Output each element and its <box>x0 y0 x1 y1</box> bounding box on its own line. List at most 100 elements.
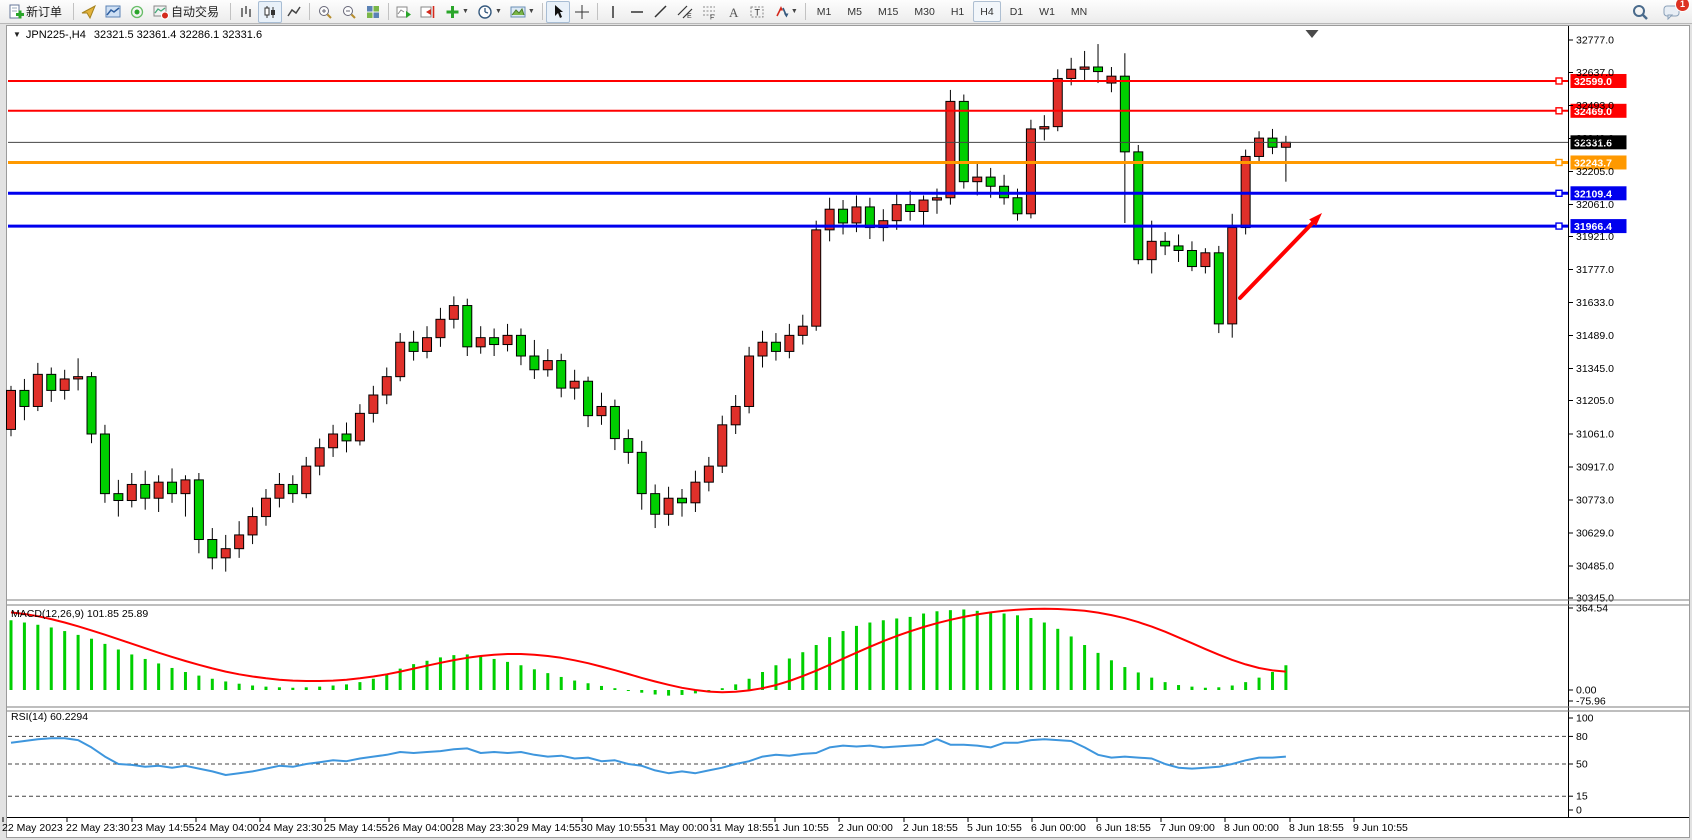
chart-shift-button[interactable] <box>416 1 440 23</box>
timeframe-group: M1M5M15M30H1H4D1W1MN <box>809 1 1095 22</box>
line-anchor[interactable] <box>1556 78 1562 84</box>
time-tick-label: 8 Jun 00:00 <box>1224 822 1279 834</box>
vertical-line-button[interactable] <box>601 1 625 23</box>
candle-body <box>932 198 941 200</box>
macd-histogram-bar <box>1217 687 1220 690</box>
zoom-in-button[interactable] <box>313 1 337 23</box>
bar-chart-button[interactable] <box>234 1 258 23</box>
text-label-button[interactable]: T <box>745 1 769 23</box>
crosshair-button[interactable] <box>570 1 594 23</box>
send-icon <box>81 4 97 20</box>
auto-scroll-button[interactable] <box>392 1 416 23</box>
macd-histogram-bar <box>1097 653 1100 690</box>
timeframe-M15[interactable]: M15 <box>871 1 905 22</box>
periods-dropdown[interactable]: ▼ <box>473 1 506 23</box>
trendline-button[interactable] <box>649 1 673 23</box>
cursor-icon <box>550 4 566 20</box>
indicators-dropdown[interactable]: ▼ <box>440 1 473 23</box>
horizontal-line-button[interactable] <box>625 1 649 23</box>
timeframe-D1[interactable]: D1 <box>1003 1 1030 22</box>
timeframe-H4[interactable]: H4 <box>973 1 1000 22</box>
signals-button[interactable] <box>125 1 149 23</box>
macd-histogram-bar <box>533 669 536 690</box>
arrows-dropdown[interactable]: ▼ <box>769 1 802 23</box>
candle-body <box>1026 129 1035 214</box>
candle-body <box>275 484 284 498</box>
line-anchor[interactable] <box>1556 190 1562 196</box>
line-anchor[interactable] <box>1556 159 1562 165</box>
candle-body <box>530 356 539 370</box>
profile-chart-button[interactable] <box>101 1 125 23</box>
timeframe-MN[interactable]: MN <box>1064 1 1094 22</box>
macd-histogram-bar <box>466 654 469 690</box>
vertical-line-icon <box>605 4 621 20</box>
separator <box>542 3 543 20</box>
timeframe-H1[interactable]: H1 <box>944 1 971 22</box>
macd-histogram-bar <box>50 627 53 690</box>
chart-canvas[interactable]: 32599.032469.032243.732109.431966.432331… <box>0 0 1692 840</box>
macd-histogram-bar <box>251 686 254 690</box>
tile-windows-button[interactable] <box>361 1 385 23</box>
zoom-out-button[interactable] <box>337 1 361 23</box>
macd-histogram-bar <box>1003 614 1006 690</box>
timeframe-W1[interactable]: W1 <box>1032 1 1062 22</box>
macd-histogram-bar <box>130 654 133 690</box>
candle-body <box>892 205 901 221</box>
candle-body <box>127 484 136 500</box>
autotrading-button[interactable]: 自动交易 <box>149 1 227 23</box>
fibonacci-icon: F <box>701 4 717 20</box>
trendline-icon <box>653 4 669 20</box>
macd-histogram-bar <box>238 684 241 690</box>
separator <box>388 3 389 20</box>
application-window: 新订单 自动交易 ▼ ▼ ▼ E F A T ▼ <box>0 0 1692 840</box>
templates-dropdown[interactable]: ▼ <box>506 1 539 23</box>
candle-body <box>154 482 163 498</box>
search-button[interactable] <box>1628 1 1652 23</box>
candle-body <box>1040 127 1049 129</box>
macd-histogram-bar <box>1164 682 1167 690</box>
macd-histogram-bar <box>976 611 979 690</box>
candle-body <box>678 498 687 503</box>
rsi-axis-label: 0 <box>1576 805 1582 817</box>
candle-body <box>771 342 780 351</box>
equidistant-channel-button[interactable]: E <box>673 1 697 23</box>
timeframe-M30[interactable]: M30 <box>907 1 941 22</box>
candle-body <box>47 374 56 390</box>
macd-histogram-bar <box>184 672 187 690</box>
macd-histogram-bar <box>640 690 643 693</box>
window-menu-icon[interactable]: ▼ <box>13 30 21 39</box>
macd-histogram-bar <box>1231 686 1234 690</box>
new-order-button[interactable]: 新订单 <box>4 1 70 23</box>
text-button[interactable]: A <box>721 1 745 23</box>
fibonacci-button[interactable]: F <box>697 1 721 23</box>
timeframe-M1[interactable]: M1 <box>810 1 839 22</box>
svg-text:F: F <box>710 14 714 20</box>
candle-body <box>986 177 995 186</box>
chevron-down-icon: ▼ <box>462 8 469 15</box>
macd-histogram-bar <box>1123 667 1126 690</box>
autotrading-icon <box>153 4 169 20</box>
macd-histogram-bar <box>372 679 375 690</box>
macd-histogram-bar <box>613 688 616 690</box>
candle-body <box>1013 198 1022 214</box>
price-tick-label: 31777.0 <box>1576 264 1614 276</box>
line-anchor[interactable] <box>1556 223 1562 229</box>
line-chart-button[interactable] <box>282 1 306 23</box>
macd-histogram-bar <box>748 679 751 690</box>
candle-body <box>382 377 391 395</box>
candle-body <box>503 335 512 344</box>
macd-histogram-bar <box>667 690 670 696</box>
crosshair-icon <box>574 4 590 20</box>
candle-body <box>141 484 150 498</box>
macd-histogram-bar <box>734 684 737 690</box>
chevron-down-icon: ▼ <box>528 8 535 15</box>
line-anchor[interactable] <box>1556 108 1562 114</box>
horizontal-line-icon <box>629 4 645 20</box>
candlestick-chart-button[interactable] <box>258 1 282 23</box>
macd-histogram-bar <box>211 679 214 690</box>
notification-badge: 1 <box>1675 0 1690 12</box>
send-button[interactable] <box>77 1 101 23</box>
cursor-button[interactable] <box>546 1 570 23</box>
chat-button[interactable]: 1 <box>1660 1 1684 23</box>
timeframe-M5[interactable]: M5 <box>840 1 869 22</box>
